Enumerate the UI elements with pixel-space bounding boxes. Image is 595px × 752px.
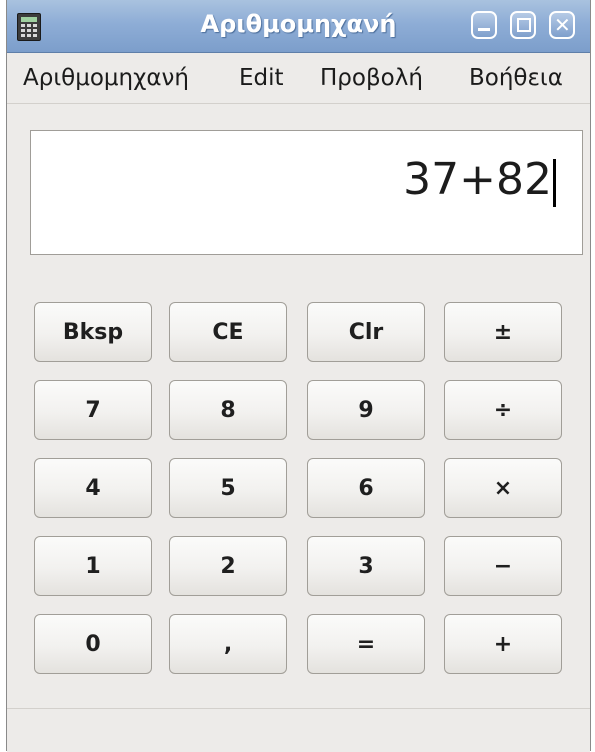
digit-8-button[interactable]: 8 [169,380,287,440]
minimize-button[interactable] [471,11,497,39]
digit-6-button[interactable]: 6 [307,458,425,518]
digit-9-button[interactable]: 9 [307,380,425,440]
digit-7-button[interactable]: 7 [34,380,152,440]
add-button[interactable]: + [444,614,562,674]
status-bar [7,708,590,752]
maximize-button[interactable] [510,11,536,39]
display-field[interactable]: 37+82 [30,130,583,255]
plus-minus-button[interactable]: ± [444,302,562,362]
menu-help[interactable]: Βοήθεια [469,65,563,91]
digit-1-button[interactable]: 1 [34,536,152,596]
calculator-window: Αριθμομηχανή ✕ Αριθμομηχανή Edit Προβολή… [6,0,591,752]
clear-entry-button[interactable]: CE [169,302,287,362]
digit-5-button[interactable]: 5 [169,458,287,518]
title-bar[interactable]: Αριθμομηχανή ✕ [7,0,590,53]
menu-bar: Αριθμομηχανή Edit Προβολή Βοήθεια [7,53,590,104]
divide-button[interactable]: ÷ [444,380,562,440]
subtract-button[interactable]: − [444,536,562,596]
backspace-button[interactable]: Bksp [34,302,152,362]
window-title: Αριθμομηχανή [200,10,397,38]
text-cursor [553,159,556,207]
menu-view[interactable]: Προβολή [320,65,423,91]
decimal-button[interactable]: , [169,614,287,674]
display-value: 37+82 [403,154,552,205]
equals-button[interactable]: = [307,614,425,674]
digit-4-button[interactable]: 4 [34,458,152,518]
digit-3-button[interactable]: 3 [307,536,425,596]
multiply-button[interactable]: × [444,458,562,518]
minimize-icon [478,28,490,31]
menu-edit[interactable]: Edit [239,65,284,91]
digit-0-button[interactable]: 0 [34,614,152,674]
close-button[interactable]: ✕ [549,11,575,39]
clear-all-button[interactable]: Clr [307,302,425,362]
menu-calculator[interactable]: Αριθμομηχανή [23,65,189,91]
maximize-icon [517,18,531,32]
digit-2-button[interactable]: 2 [169,536,287,596]
close-icon: ✕ [554,13,571,37]
